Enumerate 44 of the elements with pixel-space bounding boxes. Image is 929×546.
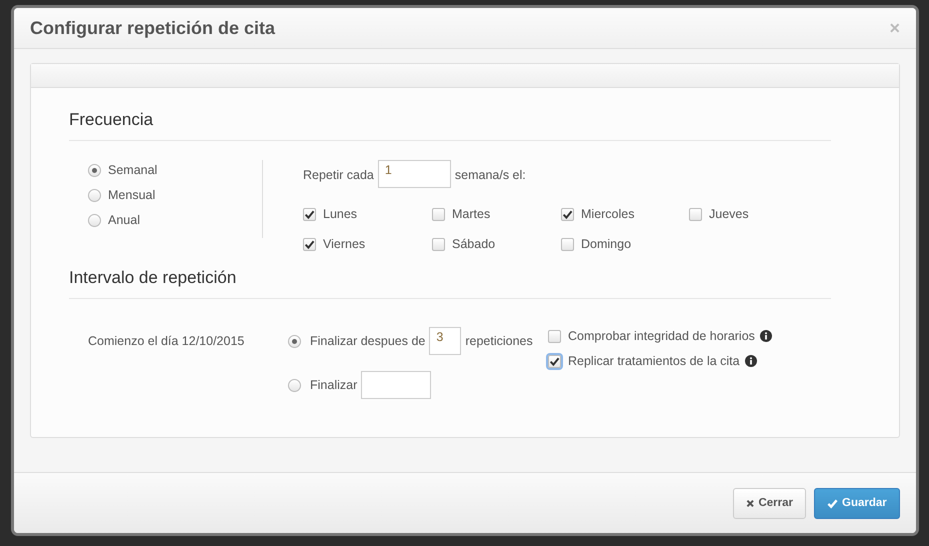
repeat-unit: semana/s el: (454, 168, 526, 182)
checkbox[interactable] (561, 208, 574, 220)
repetitions-unit: repeticiones (465, 334, 533, 348)
section-heading: Intervalo de repetición (69, 268, 831, 299)
day-label: Martes (452, 207, 490, 221)
info-icon[interactable] (744, 355, 757, 367)
checkbox[interactable] (303, 238, 316, 250)
save-button[interactable]: Guardar (814, 488, 900, 518)
radio-label: Finalizar despues de (310, 334, 426, 348)
radio-label: Finalizar (310, 378, 358, 392)
section-heading: Frecuencia (69, 110, 831, 141)
close-button[interactable]: Cerrar (733, 488, 806, 518)
radio-button[interactable] (288, 334, 301, 348)
repeat-label: Repetir cada (303, 168, 374, 182)
start-date-text: Comienzo el día 12/10/2015 (87, 334, 246, 350)
check-icon (827, 498, 838, 508)
day-label: Sábado (452, 237, 496, 251)
radio-button[interactable] (88, 164, 101, 176)
checkbox[interactable] (689, 208, 702, 220)
radio-label: Semanal (108, 163, 158, 177)
dialog-title: Configurar repetición de cita (30, 18, 276, 38)
close-icon (746, 498, 754, 508)
end-date-field[interactable] (361, 371, 432, 399)
day-label: Lunes (323, 207, 358, 221)
checkbox[interactable] (548, 354, 561, 368)
day-label: Miercoles (581, 207, 634, 221)
checkbox[interactable] (303, 208, 316, 220)
info-icon[interactable] (760, 330, 772, 342)
repeat-field[interactable]: 1 (378, 160, 451, 188)
checkbox-label: Replicar tratamientos de la cita (568, 354, 740, 368)
checkbox-label: Comprobar integridad de horarios (568, 329, 755, 343)
radio-button[interactable] (88, 214, 101, 226)
day-label: Jueves (709, 207, 749, 221)
day-label: Domingo (581, 237, 632, 251)
day-label: Viernes (323, 237, 366, 251)
radio-label: Anual (108, 213, 140, 227)
checkbox[interactable] (432, 208, 445, 220)
radio-button[interactable] (88, 188, 101, 202)
checkbox[interactable] (548, 330, 561, 342)
checkbox[interactable] (432, 238, 445, 250)
repetitions-field[interactable]: 3 (429, 327, 462, 355)
checkbox[interactable] (561, 238, 574, 250)
radio-button[interactable] (288, 378, 301, 392)
radio-label: Mensual (108, 188, 156, 202)
